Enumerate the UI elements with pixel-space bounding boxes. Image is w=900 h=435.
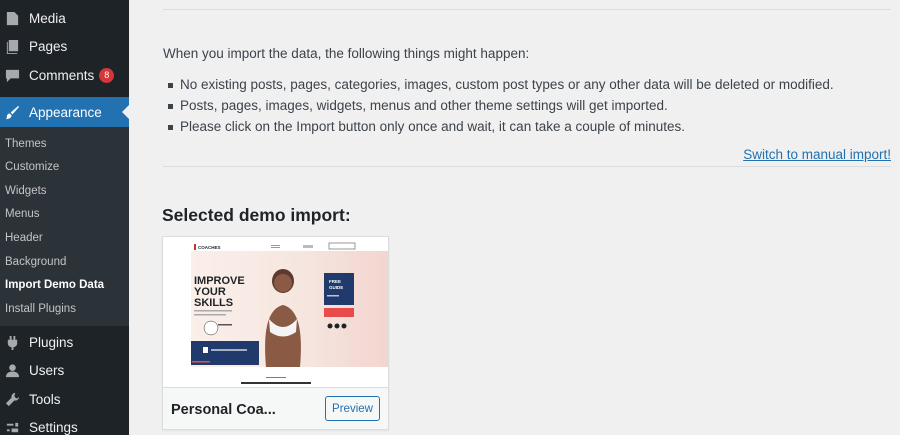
pages-icon <box>4 38 20 54</box>
submenu-header[interactable]: Header <box>5 232 43 244</box>
media-icon <box>4 10 20 26</box>
menu-item-appearance[interactable]: Appearance <box>0 97 129 127</box>
settings-icon <box>4 419 20 435</box>
intro-text: When you import the data, the following … <box>163 46 530 61</box>
submenu-background[interactable]: Background <box>5 256 66 268</box>
menu-label-appearance: Appearance <box>29 104 102 120</box>
thumbnail-logo: COACHES <box>198 245 221 250</box>
appearance-submenu: Themes Customize Widgets Menus Header Ba… <box>0 127 129 326</box>
preview-button[interactable]: Preview <box>325 396 380 421</box>
menu-item-users[interactable]: Users <box>0 356 129 384</box>
comments-count-badge: 8 <box>99 67 115 83</box>
divider <box>163 9 891 10</box>
submenu-widgets[interactable]: Widgets <box>5 185 47 197</box>
menu-label-comments: Comments <box>29 67 95 83</box>
menu-label-media: Media <box>29 10 66 26</box>
menu-label-settings: Settings <box>29 419 78 435</box>
demo-card-footer: Personal Coa... Preview <box>163 387 388 429</box>
menu-label-users: Users <box>29 362 65 378</box>
submenu-install-plugins[interactable]: Install Plugins <box>5 303 76 315</box>
menu-item-comments[interactable]: Comments 8 <box>0 61 129 89</box>
menu-item-settings[interactable]: Settings <box>0 413 129 435</box>
plugins-icon <box>4 334 20 350</box>
divider <box>163 166 891 167</box>
switch-to-manual-import-link[interactable]: Switch to manual import! <box>743 147 891 162</box>
appearance-icon <box>4 104 20 120</box>
menu-item-media[interactable]: Media <box>0 4 129 32</box>
menu-item-plugins[interactable]: Plugins <box>0 328 129 356</box>
thumbnail-card-line-1: FREE <box>329 279 341 284</box>
tools-icon <box>4 391 20 407</box>
submenu-themes[interactable]: Themes <box>5 138 47 150</box>
demo-thumbnail: COACHES IMPROVE YOUR SKILLS FREE GUIDE <box>163 237 388 387</box>
submenu-import-demo-data[interactable]: Import Demo Data <box>5 279 104 291</box>
demo-card: COACHES IMPROVE YOUR SKILLS FREE GUIDE P… <box>162 236 389 430</box>
menu-label-pages: Pages <box>29 38 68 54</box>
users-icon <box>4 362 20 378</box>
admin-sidebar: Media Pages Comments 8 Appearance Themes… <box>0 0 129 435</box>
bullet-item: Posts, pages, images, widgets, menus and… <box>168 98 668 113</box>
submenu-customize[interactable]: Customize <box>5 161 59 173</box>
menu-item-pages[interactable]: Pages <box>0 32 129 60</box>
submenu-menus[interactable]: Menus <box>5 208 40 220</box>
main-content: When you import the data, the following … <box>129 0 900 435</box>
thumbnail-card-line-2: GUIDE <box>329 285 343 290</box>
bullet-item: Please click on the Import button only o… <box>167 119 686 134</box>
menu-label-tools: Tools <box>29 391 61 407</box>
menu-item-tools[interactable]: Tools <box>0 385 129 413</box>
thumbnail-headline-3: SKILLS <box>194 297 233 309</box>
selected-demo-heading: Selected demo import: <box>162 205 351 225</box>
demo-name: Personal Coa... <box>171 402 276 418</box>
comments-icon <box>4 67 20 83</box>
bullet-item: No existing posts, pages, categories, im… <box>168 77 834 92</box>
menu-label-plugins: Plugins <box>29 334 74 350</box>
